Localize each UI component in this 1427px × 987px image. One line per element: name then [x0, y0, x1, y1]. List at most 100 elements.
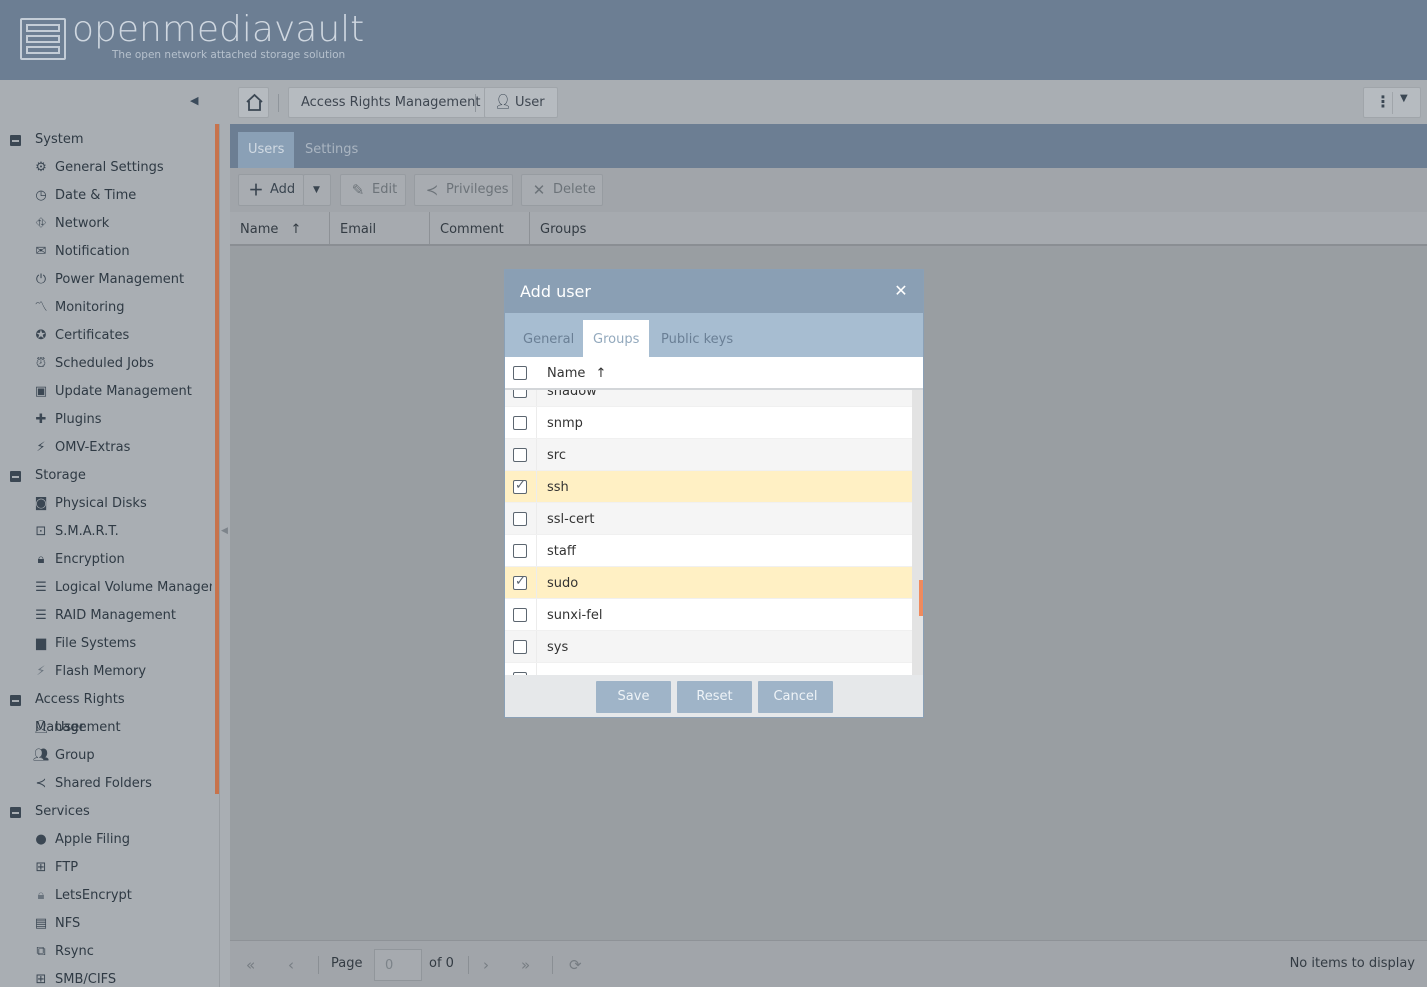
next-page-icon[interactable]: ›: [483, 956, 489, 974]
select-all-checkbox[interactable]: [513, 366, 527, 380]
grid-pager: « ‹ Page of 0 › » ⟳ No items to display: [230, 940, 1427, 987]
row-checkbox-checked[interactable]: [513, 574, 527, 590]
group-row-ssl-cert[interactable]: ssl-cert: [505, 503, 912, 535]
ftp-icon: ⊞: [35, 860, 47, 875]
sidebar-item-flash-memory[interactable]: ⚡︎ Flash Memory: [0, 658, 212, 686]
tab-settings[interactable]: Settings: [295, 132, 368, 168]
sidebar-item-certificates[interactable]: ✪ Certificates: [0, 322, 212, 350]
group-row-sunxi-fel[interactable]: sunxi-fel: [505, 599, 912, 631]
last-page-icon[interactable]: »: [521, 956, 530, 974]
page-number-input[interactable]: [374, 949, 422, 981]
sidebar-item-monitoring[interactable]: 〽 Monitoring: [0, 294, 212, 322]
sidebar-item-rsync[interactable]: ⧉ Rsync: [0, 938, 212, 966]
collapse-icon[interactable]: [10, 695, 21, 706]
tab-general[interactable]: General: [513, 320, 584, 357]
breadcrumb-user[interactable]: 👤︎ User: [484, 87, 558, 118]
first-page-icon[interactable]: «: [246, 956, 255, 974]
nav-group-system[interactable]: System: [0, 126, 210, 154]
lock-icon: 🔒︎: [37, 552, 45, 567]
group-row-staff[interactable]: staff: [505, 535, 912, 567]
sidebar-item-plugins[interactable]: ✚ Plugins: [0, 406, 212, 434]
sidebar-item-omv-extras[interactable]: ⚡︎ OMV-Extras: [0, 434, 212, 462]
tab-public-keys[interactable]: Public keys: [651, 320, 743, 357]
sidebar-item-logical-volume-management[interactable]: ☰ Logical Volume Managem: [0, 574, 212, 602]
close-icon[interactable]: ✕: [893, 283, 909, 299]
collapse-icon[interactable]: [10, 807, 21, 818]
collapse-sidebar-icon[interactable]: ◀: [190, 94, 204, 108]
column-email[interactable]: Email: [330, 212, 430, 244]
row-checkbox[interactable]: [513, 448, 527, 462]
group-row-partial[interactable]: [505, 663, 912, 675]
group-row-shadow[interactable]: shadow: [505, 390, 912, 407]
column-comment[interactable]: Comment: [430, 212, 530, 244]
group-row-sys[interactable]: sys: [505, 631, 912, 663]
sidebar-item-encryption[interactable]: 🔒︎ Encryption: [0, 546, 212, 574]
sidebar-item-group[interactable]: 👥︎ Group: [0, 742, 212, 770]
tab-groups[interactable]: Groups: [583, 320, 650, 357]
sidebar-item-notification[interactable]: ✉ Notification: [0, 238, 212, 266]
group-row-sudo[interactable]: sudo: [505, 567, 912, 599]
row-checkbox[interactable]: [513, 390, 527, 398]
sidebar-item-update-management[interactable]: ▣ Update Management: [0, 378, 212, 406]
sidebar-item-raid-management[interactable]: ☰ RAID Management: [0, 602, 212, 630]
sidebar-item-file-systems[interactable]: ▆ File Systems: [0, 630, 212, 658]
nav-group-storage[interactable]: Storage: [0, 462, 210, 490]
delete-button[interactable]: ✕ Delete: [521, 174, 603, 206]
edit-button[interactable]: ✎ Edit: [340, 174, 406, 206]
collapse-icon[interactable]: [10, 135, 21, 146]
more-menu-button[interactable]: ⋮ ▼: [1363, 87, 1421, 118]
sidebar-item-network[interactable]: ⛗ Network: [0, 210, 212, 238]
sidebar-item-apple-filing[interactable]: ● Apple Filing: [0, 826, 212, 854]
privileges-button[interactable]: ≺ Privileges: [414, 174, 513, 206]
home-button[interactable]: [238, 87, 269, 118]
user-icon: 👤︎: [33, 720, 50, 735]
dialog-footer: Save Reset Cancel: [505, 675, 923, 717]
groups-list-scroll-thumb[interactable]: [919, 580, 923, 616]
sidebar-item-physical-disks[interactable]: ◙ Physical Disks: [0, 490, 212, 518]
column-name[interactable]: Name ↑: [547, 366, 606, 381]
sidebar-item-shared-folders[interactable]: ≺ Shared Folders: [0, 770, 212, 798]
plug-icon: ⚡︎: [36, 440, 46, 455]
breadcrumb-access-rights[interactable]: Access Rights Management: [288, 87, 494, 118]
nav-group-access-rights[interactable]: Access Rights Management: [0, 686, 210, 735]
group-row-snmp[interactable]: snmp: [505, 407, 912, 439]
refresh-icon[interactable]: ⟳: [569, 956, 582, 974]
group-row-src[interactable]: src: [505, 439, 912, 471]
groups-list-scrollbar[interactable]: [912, 390, 923, 675]
reset-button[interactable]: Reset: [677, 681, 752, 713]
sidebar-item-smart[interactable]: ⊡ S.M.A.R.T.: [0, 518, 212, 546]
sidebar-item-general-settings[interactable]: ⚙ General Settings: [0, 154, 212, 182]
sidebar-item-nfs[interactable]: ▤ NFS: [0, 910, 212, 938]
add-dropdown-button[interactable]: ▼: [303, 174, 331, 206]
nav-group-services[interactable]: Services: [0, 798, 210, 826]
row-checkbox-checked[interactable]: [513, 478, 527, 494]
sidebar-item-scheduled-jobs[interactable]: ⏰︎ Scheduled Jobs: [0, 350, 212, 378]
row-checkbox[interactable]: [513, 608, 527, 622]
row-checkbox[interactable]: [513, 416, 527, 430]
collapse-icon[interactable]: [10, 471, 21, 482]
sort-asc-icon: ↑: [290, 222, 302, 237]
sidebar-item-date-time[interactable]: ◷ Date & Time: [0, 182, 212, 210]
sidebar-item-ftp[interactable]: ⊞ FTP: [0, 854, 212, 882]
prev-page-icon[interactable]: ‹: [288, 956, 294, 974]
delete-button-label: Delete: [553, 182, 596, 197]
group-row-ssh[interactable]: ssh: [505, 471, 912, 503]
sidebar-item-user[interactable]: 👤︎ User: [0, 714, 212, 742]
tab-users[interactable]: Users: [238, 132, 295, 168]
breadcrumb-user-label: User: [515, 95, 545, 110]
add-button[interactable]: ＋ Add: [238, 174, 304, 206]
sidebar-item-power-management[interactable]: ⏻ Power Management: [0, 266, 212, 294]
brand-name: openmediavault: [72, 9, 365, 50]
cancel-button[interactable]: Cancel: [758, 681, 833, 713]
plus-icon: ＋: [248, 181, 264, 199]
sidebar-item-letsencrypt[interactable]: 🔒︎ LetsEncrypt: [0, 882, 212, 910]
sidebar-item-smb-cifs[interactable]: ⊞ SMB/CIFS: [0, 966, 212, 987]
save-button[interactable]: Save: [596, 681, 671, 713]
column-groups[interactable]: Groups: [530, 212, 1427, 244]
row-checkbox[interactable]: [513, 512, 527, 526]
column-name[interactable]: Name ↑: [230, 212, 330, 244]
sort-asc-icon: ↑: [595, 366, 607, 381]
sidebar-splitter[interactable]: ◀: [220, 124, 230, 987]
row-checkbox[interactable]: [513, 640, 527, 654]
row-checkbox[interactable]: [513, 544, 527, 558]
